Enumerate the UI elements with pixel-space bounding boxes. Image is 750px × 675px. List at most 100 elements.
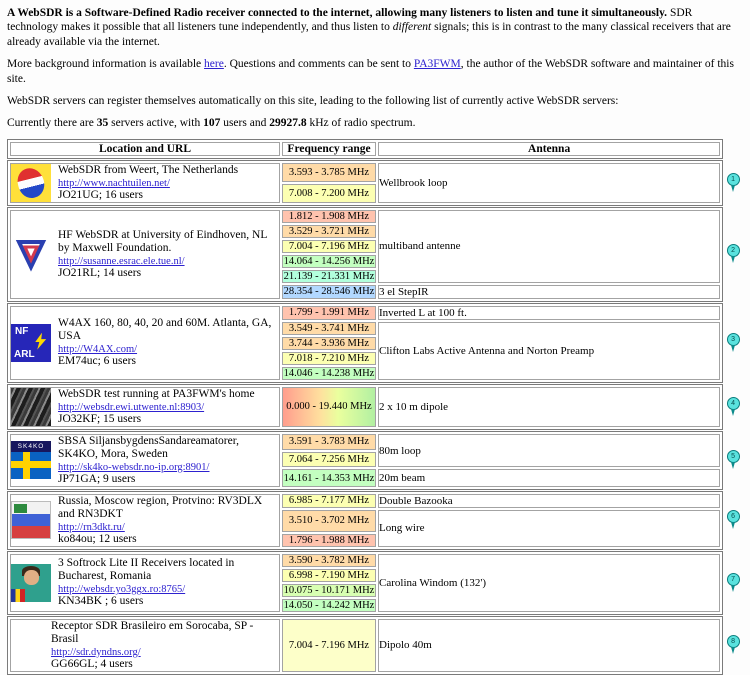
frequency-range-cell: 14.046 - 14.238 MHz [282, 367, 376, 380]
server-name: Receptor SDR Brasileiro em Sorocaba, SP … [51, 620, 279, 646]
frequency-range-cell: 3.549 - 3.741 MHz [282, 322, 376, 335]
server-table: WebSDR from Weert, The Netherlandshttp:/… [7, 160, 723, 206]
server-name: HF WebSDR at University of Eindhoven, NL… [58, 229, 279, 255]
map-pin-icon[interactable]: 7 [727, 573, 740, 593]
server-locator-users: EM74uc; 6 users [58, 355, 279, 368]
table-header-row: Location and URL Frequency range Antenna [7, 139, 743, 159]
server-link[interactable]: http://www.nachtuilen.net/ [58, 178, 170, 189]
server-row: 3 Softrock Lite II Receivers located in … [7, 551, 743, 615]
frequency-range-cell: 3.590 - 3.782 MHz [282, 554, 376, 567]
server-link[interactable]: http://websdr.ewi.utwente.nl:8903/ [58, 402, 204, 413]
location-wrap: HF WebSDR at University of Eindhoven, NL… [11, 229, 279, 280]
antenna-cell: Inverted L at 100 ft. [378, 306, 720, 320]
frequency-range-cell: 3.591 - 3.783 MHz [282, 434, 376, 450]
server-table: WebSDR test running at PA3FWM's homehttp… [7, 384, 723, 430]
map-pin-icon[interactable]: 8 [727, 635, 740, 655]
websdr-page: A WebSDR is a Software-Defined Radio rec… [0, 0, 750, 675]
server-row: WebSDR test running at PA3FWM's homehttp… [7, 384, 743, 430]
frequency-range-cell: 7.008 - 7.200 MHz [282, 184, 376, 203]
intro-text: kHz of radio spectrum. [307, 117, 416, 129]
pin-column: 2 [723, 244, 743, 264]
intro-text: servers active, with [108, 117, 203, 129]
frequency-range-cell: 3.593 - 3.785 MHz [282, 163, 376, 182]
frequency-range-cell: 3.744 - 3.936 MHz [282, 337, 376, 350]
location-text: 3 Softrock Lite II Receivers located in … [58, 557, 279, 608]
frequency-range-cell: 6.998 - 7.190 MHz [282, 569, 376, 582]
location-wrap: NFARL W4AX 160, 80, 40, 20 and 60M. Atlan… [11, 317, 279, 368]
frequency-range-cell: 21.139 - 21.331 MHz [282, 270, 376, 283]
frequency-range-cell: 0.000 - 19.440 MHz [282, 387, 376, 427]
nfarl-club-logo-icon: NFARL [11, 324, 51, 362]
frequency-range-cell: 10.075 - 10.171 MHz [282, 584, 376, 597]
antenna-cell: multiband antenne [378, 210, 720, 283]
server-locator-users: JO21RL; 14 users [58, 267, 279, 280]
maxwell-foundation-triangle-icon [11, 235, 51, 273]
frequency-range-cell: 1.812 - 1.908 MHz [282, 210, 376, 223]
map-pin-icon[interactable]: 2 [727, 244, 740, 264]
location-text: SBSA SiljansbygdensSandareamatorer, SK4K… [58, 435, 279, 486]
server-name: Russia, Moscow region, Protvino: RV3DLX … [58, 495, 279, 521]
server-link[interactable]: http://rn3dkt.ru/ [58, 522, 125, 533]
location-text: Russia, Moscow region, Protvino: RV3DLX … [58, 495, 279, 546]
map-pin-icon[interactable]: 4 [727, 397, 740, 417]
server-link[interactable]: http://sk4ko-websdr.no-ip.org:8901/ [58, 462, 209, 473]
intro-paragraph-1: A WebSDR is a Software-Defined Radio rec… [7, 6, 743, 49]
server-locator-users: JO32KF; 15 users [58, 413, 255, 426]
location-cell: 3 Softrock Lite II Receivers located in … [10, 554, 280, 612]
column-header-location: Location and URL [10, 142, 280, 156]
column-header-antenna: Antenna [378, 142, 720, 156]
server-link[interactable]: http://websdr.yo3ggx.ro:8765/ [58, 584, 185, 595]
pin-column: 6 [723, 510, 743, 530]
server-table: Russia, Moscow region, Protvino: RV3DLX … [7, 491, 723, 550]
map-pin-number: 2 [727, 244, 740, 257]
frequency-range-cell: 1.796 - 1.988 MHz [282, 534, 376, 547]
antenna-cell: Long wire [378, 510, 720, 547]
antenna-cell: Dipolo 40m [378, 619, 720, 672]
map-pin-icon[interactable]: 3 [727, 333, 740, 353]
server-table: HF WebSDR at University of Eindhoven, NL… [7, 207, 723, 302]
server-name: WebSDR from Weert, The Netherlands [58, 164, 238, 177]
map-pin-icon[interactable]: 5 [727, 450, 740, 470]
intro-italic-word: different [393, 21, 432, 33]
here-link[interactable]: here [204, 58, 224, 70]
intro-text: More background information is available [7, 58, 204, 70]
location-text: WebSDR test running at PA3FWM's homehttp… [58, 388, 255, 426]
antenna-cell: Carolina Windom (132') [378, 554, 720, 612]
server-row: NFARL W4AX 160, 80, 40, 20 and 60M. Atlan… [7, 303, 743, 383]
server-row: HF WebSDR at University of Eindhoven, NL… [7, 207, 743, 302]
location-wrap: 3 Softrock Lite II Receivers located in … [11, 557, 279, 608]
server-link[interactable]: http://W4AX.com/ [58, 344, 137, 355]
server-row: Russia, Moscow region, Protvino: RV3DLX … [7, 491, 743, 550]
frequency-range-cell: 3.510 - 3.702 MHz [282, 510, 376, 532]
antenna-cell: Double Bazooka [378, 494, 720, 508]
server-locator-users: JP71GA; 9 users [58, 473, 279, 486]
map-pin-number: 6 [727, 510, 740, 523]
antenna-cell: 2 x 10 m dipole [378, 387, 720, 427]
intro-text: Currently there are [7, 117, 97, 129]
map-pin-icon[interactable]: 1 [727, 173, 740, 193]
pin-column: 7 [723, 573, 743, 593]
pa3fwm-link[interactable]: PA3FWM [414, 58, 461, 70]
map-pin-number: 3 [727, 333, 740, 346]
header-table: Location and URL Frequency range Antenna [7, 139, 723, 159]
frequency-range-cell: 14.050 - 14.242 MHz [282, 599, 376, 612]
map-pin-number: 1 [727, 173, 740, 186]
location-wrap: WebSDR from Weert, The Netherlandshttp:/… [11, 164, 279, 202]
frequency-range-cell: 1.799 - 1.991 MHz [282, 306, 376, 320]
intro-text: . Questions and comments can be sent to [224, 58, 414, 70]
server-name: W4AX 160, 80, 40, 20 and 60M. Atlanta, G… [58, 317, 279, 343]
intro-section: A WebSDR is a Software-Defined Radio rec… [7, 6, 743, 131]
netherlands-map-icon [11, 164, 51, 202]
frequency-range-cell: 6.985 - 7.177 MHz [282, 494, 376, 508]
pin-column: 4 [723, 397, 743, 417]
server-row: SK4KOSBSA SiljansbygdensSandareamatorer,… [7, 431, 743, 490]
intro-paragraph-2: More background information is available… [7, 57, 743, 86]
server-link[interactable]: http://sdr.dyndns.org/ [51, 647, 141, 658]
server-name: WebSDR test running at PA3FWM's home [58, 388, 255, 401]
pin-column: 1 [723, 173, 743, 193]
server-locator-users: ko84ou; 12 users [58, 533, 279, 546]
antenna-cell: 20m beam [378, 469, 720, 486]
server-link[interactable]: http://susanne.esrac.ele.tue.nl/ [58, 256, 185, 267]
server-locator-users: JO21UG; 16 users [58, 189, 238, 202]
map-pin-icon[interactable]: 6 [727, 510, 740, 530]
